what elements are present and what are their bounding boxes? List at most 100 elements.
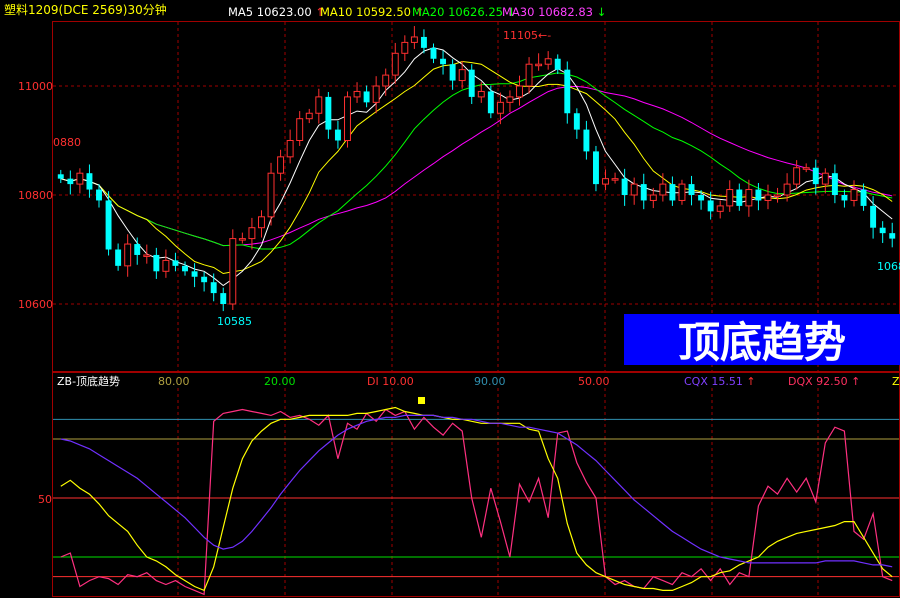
candle-body [602,178,609,185]
candle-body [182,265,188,272]
ma30-line [60,85,893,247]
di-line [60,408,893,596]
candle-body [860,189,867,206]
candle-body [410,36,418,43]
candle-body [698,195,705,201]
candle-body [764,194,772,201]
candle-body [736,189,743,206]
grid-lines [53,22,899,596]
candle-body [630,183,638,196]
candle-body [430,47,437,59]
right-edge-label: 1068 [877,260,900,273]
candle-body [468,69,475,97]
candle-body [258,216,265,229]
candle-body [831,173,838,195]
candle-body [812,167,819,185]
candle-body [611,178,619,181]
candle-body [115,249,122,266]
kline-chart: 塑料1209(DCE 2569)30分钟 MA5 10623.00 ↑ MA10… [4,2,900,597]
candle-body [669,184,676,201]
candle-body [458,69,466,82]
indicator-param-6: DQX 92.50 ↑ [788,375,860,388]
ma5-line [60,47,893,287]
candle-body [153,254,160,272]
cqx-line [60,414,893,568]
candle-body [372,85,380,103]
indicator-param-3: 90.00 [474,375,506,388]
candle-body [67,178,74,185]
candle-body [544,58,552,65]
candle-body [870,205,877,228]
candle-body [134,244,141,255]
candle-body [487,91,494,114]
peak-label: 11105←- [503,29,551,42]
candle-body [659,183,667,196]
left-high-label: 0880 [53,136,81,149]
indicator-param-2: DI 10.00 [367,375,414,388]
candle-body [191,271,198,277]
candle-body [420,36,427,48]
candle-body [124,243,132,267]
candle-body [382,74,390,87]
candle-body [649,194,657,201]
ma10-line [60,60,893,275]
candle-body [296,118,304,141]
indicator-axis-50: 50 [38,493,52,506]
candle-body [688,184,695,195]
candle-body [353,90,361,98]
candle-body [516,85,523,98]
candle-body [802,167,810,170]
candle-body [774,194,782,197]
candle-body [267,172,275,218]
indicator-name: ZB-顶底趋势 [57,374,120,388]
candle-body [755,189,762,201]
candle-body [391,52,399,76]
banner-text: 顶底趋势 [678,318,846,367]
candle-body [401,41,409,54]
candle-body [162,259,170,272]
indicator-param-5: CQX 15.51 ↑ [684,375,756,388]
indicator-lines [60,406,893,596]
indicator-param-1: 20.00 [264,375,296,388]
top-signal-marker [418,397,425,404]
candle-body [363,91,370,103]
candle-body [621,178,628,195]
candle-body [564,69,571,114]
candle-body [879,227,886,234]
candle-body [105,200,112,250]
candle-body [793,167,801,185]
price-tick-10800: 10800 [18,189,53,202]
candle-body [640,184,647,201]
candle-body [96,189,102,201]
indicator-param-7: Z [892,375,900,388]
candle-body [248,227,256,240]
candle-body [57,174,64,179]
candle-body [821,172,829,185]
candle-body [889,233,896,239]
indicator-param-4: 50.00 [578,375,610,388]
ma20-label: MA20 10626.25 ↓ [412,5,516,19]
moving-average-lines [60,47,893,287]
candle-body [783,183,791,196]
candle-body [583,129,590,152]
price-tick-11000: 11000 [18,80,53,93]
candle-body [554,58,561,70]
candle-body [229,238,237,305]
candle-body [678,183,686,201]
ma20-line [60,72,893,250]
candle-body [210,282,217,294]
candlesticks [57,26,896,312]
low-label: 10585 [217,315,252,328]
candle-body [76,172,84,185]
candle-body [525,63,533,87]
candle-body [201,276,208,283]
ma30-label: MA30 10682.83 ↓ [502,5,606,19]
price-tick-10600: 10600 [18,298,53,311]
candle-body [506,96,514,103]
candle-body [745,189,753,207]
candle-body [841,195,848,201]
candle-body [850,189,858,201]
ma10-label: MA10 10592.50 ↑ [320,5,424,19]
indicator-level-lines [53,418,899,578]
candle-body [305,112,313,120]
